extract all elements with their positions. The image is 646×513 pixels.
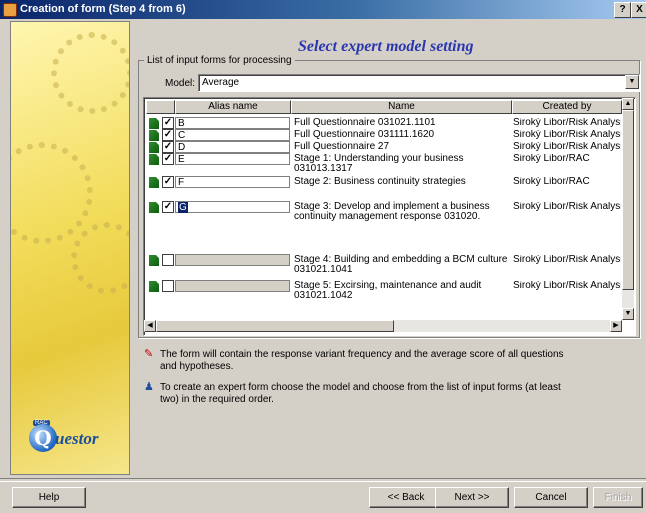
form-icon <box>149 118 159 129</box>
alias-input[interactable]: D <box>175 141 290 153</box>
window-title: Creation of form (Step 4 from 6) <box>20 3 186 15</box>
form-name: Stage 1: Understanding your business 031… <box>294 153 464 174</box>
form-author: Široký Libor/Risk Analysis C <box>513 281 621 291</box>
help-button[interactable]: Help <box>12 487 86 508</box>
column-header-name[interactable]: Name <box>291 100 512 114</box>
alias-input[interactable] <box>175 254 290 266</box>
title-bar: Creation of form (Step 4 from 6) ? X <box>0 0 646 19</box>
row-checkbox[interactable]: ✓ <box>162 153 174 165</box>
form-name: Stage 2: Business continuity strategies <box>294 176 466 187</box>
finish-button[interactable]: Finish <box>593 487 643 508</box>
table-row[interactable]: ✓ F Stage 2: Business continuity strateg… <box>146 176 620 198</box>
row-checkbox[interactable]: ✓ <box>162 117 174 129</box>
alias-input[interactable]: B <box>175 117 290 129</box>
form-name: Full Questionnaire 031021.1101 <box>294 117 436 128</box>
cancel-button[interactable]: Cancel <box>514 487 588 508</box>
row-checkbox[interactable] <box>162 254 174 266</box>
instruction-text: To create an expert form choose the mode… <box>160 382 561 405</box>
form-icon <box>149 202 159 213</box>
table-row[interactable]: ✓ C Full Questionnaire 031111.1620 Širok… <box>146 129 621 141</box>
gear-decoration <box>51 32 129 114</box>
wizard-sidebar-image: RAC Q uestor <box>10 21 130 475</box>
row-checkbox[interactable]: ✓ <box>162 141 174 153</box>
help-title-button[interactable]: ? <box>614 2 631 18</box>
vertical-scrollbar[interactable]: ▲ ▼ <box>622 98 634 320</box>
table-row[interactable]: Stage 5: Excirsing, maintenance and audi… <box>146 280 621 304</box>
logo-text: uestor <box>55 429 99 448</box>
scroll-left-icon[interactable]: ◀ <box>144 320 156 332</box>
alias-input[interactable]: C <box>175 129 290 141</box>
row-checkbox[interactable] <box>162 280 174 292</box>
person-info-icon: ♟ <box>144 381 154 393</box>
scroll-down-icon[interactable]: ▼ <box>622 308 634 320</box>
model-info-text: The form will contain the response varia… <box>160 349 564 372</box>
form-author: Široký Libor/Risk Analysis C <box>513 142 621 152</box>
form-author: Široký Libor/Risk Analysis C <box>513 255 621 265</box>
form-icon <box>149 130 159 141</box>
form-author: Široký Libor/Risk Analysis C <box>513 118 621 128</box>
form-name: Full Questionnaire 031111.1620 <box>294 129 435 140</box>
form-author: Široký Libor/Risk Analysis C <box>513 130 621 140</box>
app-icon <box>3 3 17 17</box>
table-row[interactable]: ✓ B Full Questionnaire 031021.1101 Širok… <box>146 117 621 129</box>
form-author: Široký Libor/RAC <box>513 154 590 164</box>
table-row[interactable]: ✓ D Full Questionnaire 27 Široký Libor/R… <box>146 141 621 153</box>
logo-q-icon: Q <box>29 424 57 452</box>
chevron-down-icon[interactable]: ▼ <box>625 75 639 89</box>
gear-decoration <box>71 222 129 294</box>
alias-input[interactable]: E <box>175 153 290 165</box>
model-dropdown[interactable]: Average ▼ <box>198 74 640 92</box>
group-label: List of input forms for processing <box>144 55 295 66</box>
form-icon <box>149 142 159 153</box>
footer-separator <box>0 478 646 482</box>
form-author: Široký Libor/Risk Analysis C <box>513 202 621 212</box>
alias-input[interactable]: F <box>175 176 290 188</box>
column-header-select[interactable] <box>146 100 175 114</box>
form-icon <box>149 255 159 266</box>
gear-decoration <box>11 142 93 244</box>
model-label: Model: <box>165 78 196 89</box>
table-row[interactable]: ✓ E Stage 1: Understanding your business… <box>146 153 620 175</box>
horizontal-scrollbar[interactable]: ◀ ▶ <box>144 320 622 332</box>
table-row[interactable]: ✓ G Stage 3: Develop and implement a bus… <box>146 201 621 251</box>
form-name: Stage 5: Excirsing, maintenance and audi… <box>294 280 482 301</box>
alias-input[interactable]: G <box>175 201 290 213</box>
scroll-right-icon[interactable]: ▶ <box>610 320 622 332</box>
alias-selected-text: G <box>178 202 188 213</box>
form-name: Stage 3: Develop and implement a busines… <box>294 201 490 222</box>
vertical-scroll-thumb[interactable] <box>622 110 634 290</box>
page-heading: Select expert model setting <box>298 38 474 55</box>
model-value: Average <box>202 77 240 88</box>
row-checkbox[interactable]: ✓ <box>162 129 174 141</box>
form-icon <box>149 154 159 165</box>
next-button[interactable]: Next >> <box>435 487 509 508</box>
form-icon <box>149 281 159 292</box>
form-name: Stage 4: Building and embedding a BCM cu… <box>294 254 508 275</box>
alias-input[interactable] <box>175 280 290 292</box>
table-row[interactable]: Stage 4: Building and embedding a BCM cu… <box>146 254 621 278</box>
scroll-up-icon[interactable]: ▲ <box>622 98 634 110</box>
input-forms-table[interactable]: Alias name Name Created by ✓ B Full Ques… <box>143 97 636 336</box>
model-info-icon: ✎ <box>144 348 154 360</box>
column-header-alias[interactable]: Alias name <box>175 100 291 114</box>
back-button[interactable]: << Back <box>369 487 443 508</box>
form-author: Široký Libor/RAC <box>513 177 590 187</box>
row-checkbox[interactable]: ✓ <box>162 176 174 188</box>
row-checkbox[interactable]: ✓ <box>162 201 174 213</box>
horizontal-scroll-thumb[interactable] <box>156 320 394 332</box>
questor-logo: RAC Q uestor <box>29 420 121 460</box>
form-name: Full Questionnaire 27 <box>294 141 390 152</box>
close-title-button[interactable]: X <box>631 2 646 18</box>
column-header-created-by[interactable]: Created by <box>512 100 622 114</box>
form-icon <box>149 177 159 188</box>
